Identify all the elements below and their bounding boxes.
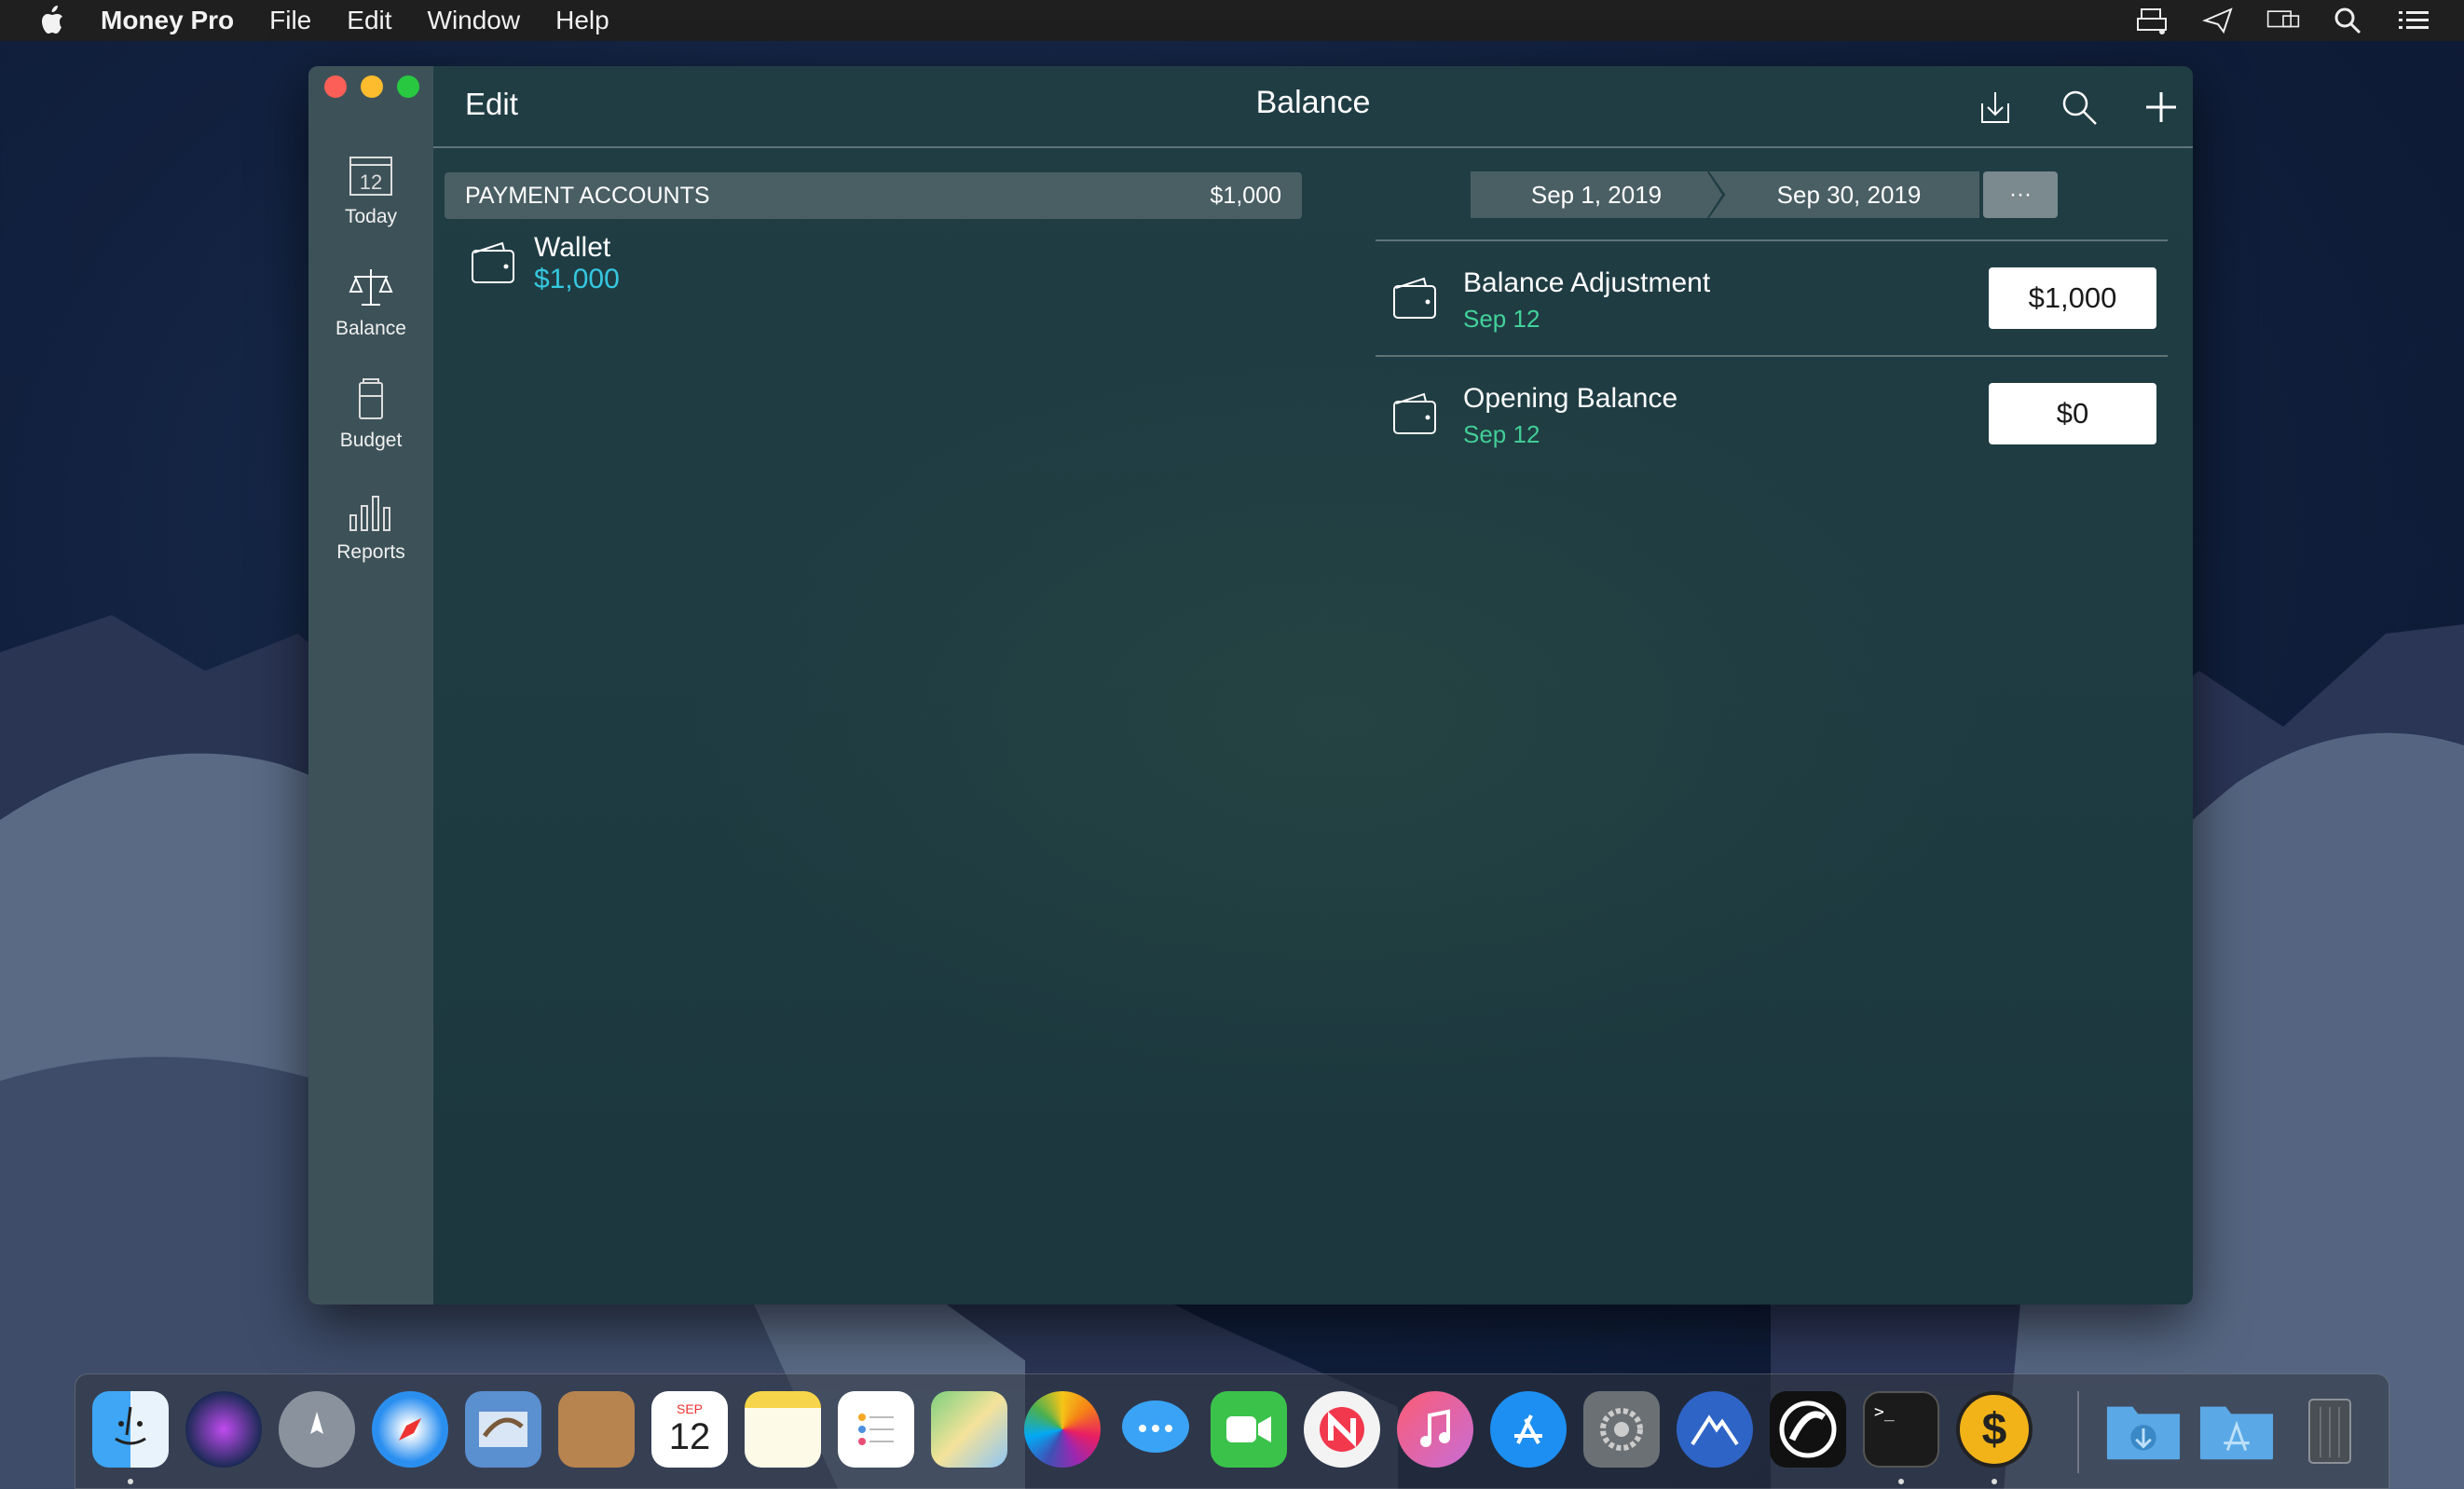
safari-icon[interactable] xyxy=(372,1391,448,1468)
contacts-icon[interactable] xyxy=(558,1391,635,1468)
notes-icon[interactable] xyxy=(745,1391,821,1468)
spotlight-search-icon[interactable] xyxy=(2332,6,2365,35)
paper-plane-icon[interactable] xyxy=(2201,6,2235,35)
plus-icon[interactable] xyxy=(2141,87,2182,128)
dock: SEP 12 >_ $ xyxy=(75,1373,2389,1489)
account-name: Wallet xyxy=(534,232,611,263)
window-controls xyxy=(324,75,419,98)
sidebar-item-reports[interactable]: Reports xyxy=(308,487,433,590)
bar-chart-icon xyxy=(349,496,390,531)
section-title: PAYMENT ACCOUNTS xyxy=(465,182,710,209)
more-options-button[interactable]: ··· xyxy=(1983,171,2058,218)
photos-icon[interactable] xyxy=(1024,1391,1101,1468)
menu-file[interactable]: File xyxy=(269,6,311,35)
scales-icon xyxy=(349,269,393,306)
start-date-button[interactable]: Sep 1, 2019 xyxy=(1471,171,1722,218)
ghostery-icon[interactable] xyxy=(1770,1391,1846,1468)
itunes-icon[interactable] xyxy=(1397,1391,1473,1468)
calendar-month: SEP xyxy=(676,1400,703,1416)
menu-window[interactable]: Window xyxy=(428,6,521,35)
sidebar: 12 Today Balance Budget Reports xyxy=(308,66,433,1305)
sidebar-item-today[interactable]: 12 Today xyxy=(308,152,433,254)
sidebar-label-balance: Balance xyxy=(335,318,406,339)
dock-separator xyxy=(2077,1391,2079,1473)
account-amount: $1,000 xyxy=(534,264,620,294)
transaction-name: Balance Adjustment xyxy=(1463,267,1711,298)
transaction-row[interactable]: Balance Adjustment Sep 12 $1,000 xyxy=(1376,239,2168,355)
calendar-day-text: 12 xyxy=(360,171,382,194)
download-icon[interactable] xyxy=(1975,87,2016,128)
wallet-icon xyxy=(472,241,514,283)
sidebar-item-budget[interactable]: Budget xyxy=(308,376,433,478)
money-pro-icon[interactable]: $ xyxy=(1956,1391,2033,1468)
app-store-icon[interactable] xyxy=(1490,1391,1567,1468)
menu-bar: Money Pro File Edit Window Help xyxy=(0,0,2464,41)
running-indicator xyxy=(128,1479,133,1484)
transaction-name: Opening Balance xyxy=(1463,383,1678,414)
money-pro-window: 12 Today Balance Budget Reports Edit Bal… xyxy=(308,66,2193,1305)
transaction-date: Sep 12 xyxy=(1463,305,1540,333)
section-total: $1,000 xyxy=(1210,182,1281,209)
money-symbol: $ xyxy=(1981,1404,2007,1455)
transaction-date: Sep 12 xyxy=(1463,420,1540,448)
list-icon[interactable] xyxy=(2397,6,2430,35)
printer-icon[interactable] xyxy=(2136,6,2170,35)
siri-icon[interactable] xyxy=(185,1391,262,1468)
news-icon[interactable] xyxy=(1304,1391,1380,1468)
maps-icon[interactable] xyxy=(931,1391,1007,1468)
payment-accounts-header[interactable]: PAYMENT ACCOUNTS $1,000 xyxy=(445,172,1302,219)
close-button[interactable] xyxy=(324,75,347,98)
downloads-folder-icon[interactable] xyxy=(2105,1391,2182,1468)
battery-icon xyxy=(359,378,383,419)
zoom-button[interactable] xyxy=(397,75,419,98)
date-range-selector: Sep 1, 2019 Sep 30, 2019 ··· xyxy=(1471,171,2058,218)
reminders-icon[interactable] xyxy=(838,1391,914,1468)
account-row-wallet[interactable]: Wallet $1,000 xyxy=(467,226,1287,301)
page-title: Balance xyxy=(1255,85,1371,120)
menu-help[interactable]: Help xyxy=(555,6,609,35)
launchpad-icon[interactable] xyxy=(279,1391,355,1468)
calendar-icon[interactable]: SEP 12 xyxy=(651,1391,728,1468)
sidebar-label-budget: Budget xyxy=(339,430,403,451)
running-indicator xyxy=(1898,1479,1904,1484)
calendar-icon: 12 xyxy=(349,157,392,196)
messages-icon[interactable] xyxy=(1117,1391,1194,1468)
mail-icon[interactable] xyxy=(465,1391,541,1468)
transaction-amount[interactable]: $1,000 xyxy=(1989,267,2156,329)
facetime-icon[interactable] xyxy=(1211,1391,1287,1468)
sidebar-item-balance[interactable]: Balance xyxy=(308,264,433,366)
transaction-list: Balance Adjustment Sep 12 $1,000 Opening… xyxy=(1376,239,2168,471)
running-indicator xyxy=(1992,1479,1997,1484)
sidebar-label-reports: Reports xyxy=(336,541,405,563)
transaction-amount[interactable]: $0 xyxy=(1989,383,2156,444)
search-icon[interactable] xyxy=(2059,87,2100,128)
end-date-button[interactable]: Sep 30, 2019 xyxy=(1709,171,1979,218)
altitude-icon[interactable] xyxy=(1677,1391,1753,1468)
terminal-prompt: >_ xyxy=(1874,1402,1895,1422)
app-menu-name[interactable]: Money Pro xyxy=(101,6,234,35)
system-preferences-icon[interactable] xyxy=(1583,1391,1660,1468)
apple-icon[interactable] xyxy=(37,5,65,36)
sidebar-label-today: Today xyxy=(344,206,398,227)
wallet-icon xyxy=(1393,392,1436,434)
transaction-row[interactable]: Opening Balance Sep 12 $0 xyxy=(1376,355,2168,471)
menu-edit[interactable]: Edit xyxy=(347,6,391,35)
finder-icon[interactable] xyxy=(92,1391,169,1468)
applications-folder-icon[interactable] xyxy=(2198,1391,2275,1468)
wallet-icon xyxy=(1393,277,1436,319)
trash-icon[interactable] xyxy=(2292,1391,2368,1468)
display-icon[interactable] xyxy=(2266,6,2300,35)
calendar-day: 12 xyxy=(668,1415,711,1457)
terminal-icon[interactable]: >_ xyxy=(1863,1391,1939,1468)
window-header: Edit Balance xyxy=(433,66,2193,148)
minimize-button[interactable] xyxy=(361,75,383,98)
